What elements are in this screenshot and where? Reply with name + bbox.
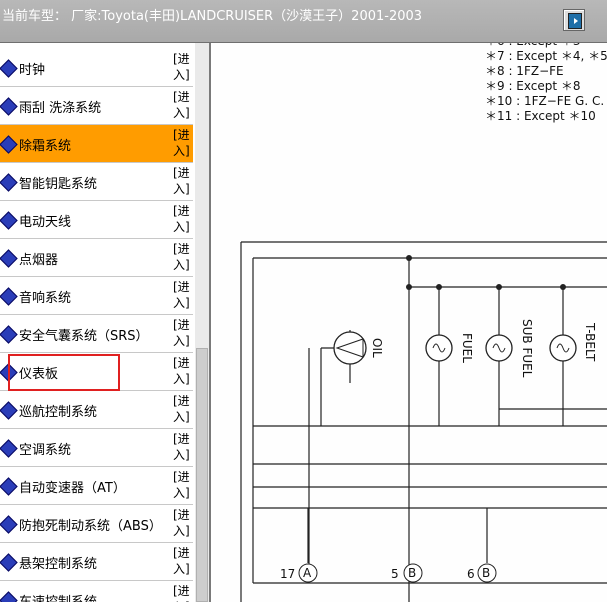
diagram-note: ＊9 : Except ＊8: [485, 79, 581, 93]
diamond-bullet-icon: [0, 325, 18, 344]
diagram-note: ＊6 : Except ＊3: [485, 43, 581, 48]
diamond-bullet-icon: [0, 249, 18, 268]
sidebar-item-label: 智能钥匙系统: [19, 177, 98, 192]
sidebar-item[interactable]: 音响系统 [进 入]: [0, 277, 193, 315]
connector-letter: A: [303, 566, 312, 580]
enter-link[interactable]: [进入]: [173, 279, 191, 311]
connector-17a: 17 A: [280, 563, 318, 583]
enter-link[interactable]: [进入]: [173, 241, 191, 273]
enter-link[interactable]: [进入]: [173, 127, 191, 159]
sidebar-item[interactable]: 安全气囊系统（SRS） [进 入]: [0, 315, 193, 353]
connector-6b: 6 B: [467, 563, 497, 583]
diamond-bullet-icon: [0, 591, 18, 602]
diamond-bullet-icon: [0, 477, 18, 496]
sidebar-item-label: 防抱死制动系统（ABS）: [19, 519, 162, 534]
enter-link[interactable]: [进入]: [173, 165, 191, 197]
connector-number: 6: [467, 567, 475, 581]
sidebar-item[interactable]: 车速控制系统 [进入]: [0, 581, 193, 602]
wiring-diagram-svg: ＊6 : Except ＊3＊7 : Except ＊4, ＊5＊8 : 1FZ…: [240, 43, 607, 602]
enter-link[interactable]: [进入]: [173, 89, 191, 121]
enter-link[interactable]: [进入]: [173, 317, 191, 349]
sidebar-item-label: 除霜系统: [19, 139, 72, 154]
sidebar-item[interactable]: 除霜系统 [进 入]: [0, 125, 193, 163]
sidebar-item-label: 点烟器: [19, 253, 59, 268]
sidebar-item-label: 电动天线: [19, 215, 72, 230]
enter-link[interactable]: [进入]: [173, 431, 191, 463]
wiring-diagram: ＊6 : Except ＊3＊7 : Except ＊4, ＊5＊8 : 1FZ…: [213, 43, 607, 602]
diamond-bullet-icon: [0, 97, 18, 116]
diamond-bullet-icon: [0, 173, 18, 192]
enter-link[interactable]: [进入]: [173, 469, 191, 501]
connector-number: 5: [391, 567, 399, 581]
diamond-bullet-icon: [0, 515, 18, 534]
fuel-gauge-symbol: [425, 334, 453, 362]
sidebar-item[interactable]: 点烟器 [进 入]: [0, 239, 193, 277]
window-title: 当前车型： 厂家:Toyota(丰田)LANDCRUISER（沙漠王子）2001…: [2, 9, 423, 24]
oil-gauge-symbol: [333, 331, 367, 365]
sidebar-item[interactable]: 智能钥匙系统 [进 入]: [0, 163, 193, 201]
sidebar-scrollbar[interactable]: [195, 43, 209, 602]
enter-link[interactable]: [进入]: [173, 203, 191, 235]
diamond-bullet-icon: [0, 211, 18, 230]
gauge-label-sub-fuel: SUB FUEL: [520, 319, 534, 378]
diamond-bullet-icon: [0, 135, 18, 154]
connector-letter: B: [482, 566, 490, 580]
t-belt-gauge-symbol: [549, 334, 577, 362]
gauge-label-fuel: FUEL: [460, 333, 474, 363]
enter-link[interactable]: [进入]: [173, 355, 191, 387]
diagram-note: ＊10 : 1FZ−FE G. C. C.: [485, 94, 607, 108]
enter-link[interactable]: [进入]: [173, 393, 191, 425]
scrollbar-thumb[interactable]: [196, 348, 208, 602]
sidebar-item-label: 车速控制系统: [19, 591, 97, 602]
enter-link[interactable]: [进入]: [173, 545, 191, 577]
diamond-bullet-icon: [0, 439, 18, 458]
enter-link[interactable]: [进入]: [173, 51, 191, 83]
connector-letter: B: [408, 566, 416, 580]
sidebar-item[interactable]: 电动天线 [进 入]: [0, 201, 193, 239]
diagram-note: ＊11 : Except ＊10: [485, 109, 596, 123]
diamond-bullet-icon: [0, 401, 18, 420]
sidebar-item-label: 安全气囊系统（SRS）: [19, 329, 149, 344]
sidebar-item-label: 自动变速器（AT）: [19, 481, 126, 496]
annotation-highlight-box: [8, 354, 120, 391]
sidebar-item-label: 悬架控制系统: [19, 557, 98, 572]
gauge-label-oil: OIL: [370, 338, 384, 358]
diamond-bullet-icon: [0, 59, 18, 78]
enter-link[interactable]: [进入]: [173, 583, 191, 602]
sidebar-item[interactable]: 雨刮 洗涤系统 [进 入]: [0, 87, 193, 125]
sidebar-item[interactable]: 时钟 [进 入]: [0, 49, 193, 87]
diagram-notes: ＊6 : Except ＊3＊7 : Except ＊4, ＊5＊8 : 1FZ…: [485, 43, 607, 123]
system-list-panel: 时钟 [进 入] 雨刮 洗涤系统 [进 入] 除霜系统 [进 入] 智能钥匙系统 [进 入] 电动天线 […: [0, 43, 211, 602]
diamond-bullet-icon: [0, 287, 18, 306]
sidebar-item-label: 巡航控制系统: [19, 405, 98, 420]
diamond-bullet-icon: [0, 553, 18, 572]
sidebar-item[interactable]: 悬架控制系统 [进 入]: [0, 543, 193, 581]
title-bar: 当前车型： 厂家:Toyota(丰田)LANDCRUISER（沙漠王子）2001…: [0, 0, 607, 43]
connector-number: 17: [280, 567, 295, 581]
sidebar-item[interactable]: 自动变速器（AT） [进 入]: [0, 467, 193, 505]
enter-link[interactable]: [进入]: [173, 507, 191, 539]
sidebar-item-label: 雨刮 洗涤系统: [19, 101, 102, 116]
diagram-note: ＊8 : 1FZ−FE: [485, 64, 564, 78]
sidebar-item[interactable]: 防抱死制动系统（ABS） [进 入]: [0, 505, 193, 543]
exit-button[interactable]: [563, 9, 585, 31]
sidebar-item[interactable]: 巡航控制系统 [进 入]: [0, 391, 193, 429]
connector-5b: 5 B: [391, 563, 423, 583]
sidebar-item-label: 时钟: [19, 63, 46, 78]
sidebar-item-label: 空调系统: [19, 443, 72, 458]
exit-door-icon: [568, 13, 582, 29]
sub-fuel-gauge-symbol: [485, 334, 513, 362]
diagram-note: ＊7 : Except ＊4, ＊5: [485, 49, 607, 63]
sidebar-item[interactable]: 空调系统 [进 入]: [0, 429, 193, 467]
sidebar-item-label: 音响系统: [19, 291, 72, 306]
gauge-label-t-belt: T-BELT: [583, 322, 597, 362]
